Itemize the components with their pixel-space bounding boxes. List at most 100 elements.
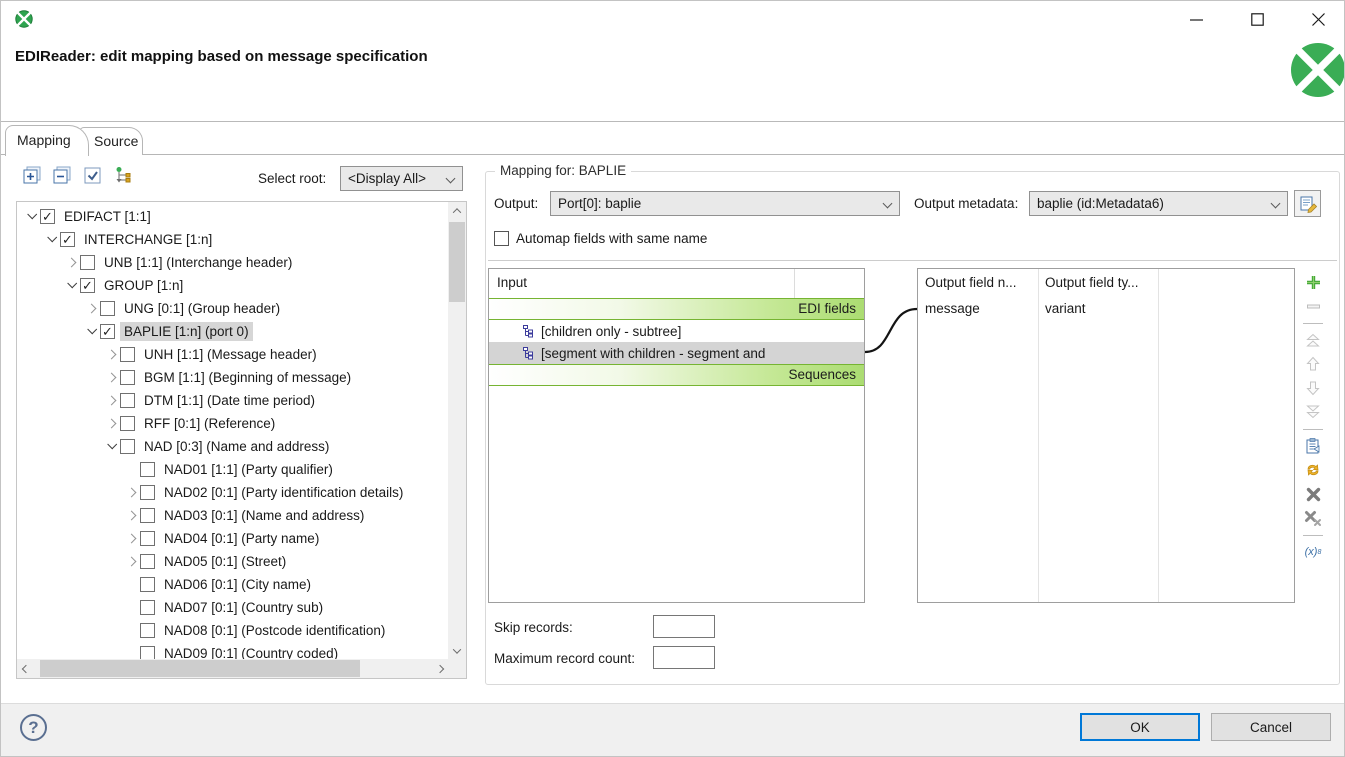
- expander-open-icon[interactable]: [83, 328, 100, 335]
- expander-closed-icon[interactable]: [123, 558, 140, 565]
- move-up-icon[interactable]: [1303, 354, 1323, 374]
- expander-closed-icon[interactable]: [83, 305, 100, 312]
- tree-row[interactable]: ✓GROUP [1:n]: [17, 274, 448, 297]
- input-field-row[interactable]: [segment with children - segment and: [489, 342, 864, 364]
- move-bottom-icon[interactable]: [1303, 402, 1323, 422]
- tree-checkbox[interactable]: [120, 416, 135, 431]
- max-record-count-input[interactable]: [653, 646, 715, 669]
- tree-checkbox[interactable]: [140, 600, 155, 615]
- tree-item-label: BAPLIE [1:n] (port 0): [120, 322, 253, 341]
- output-column-header[interactable]: Output field n...: [918, 269, 1038, 298]
- expander-closed-icon[interactable]: [103, 374, 120, 381]
- tree-row[interactable]: NAD07 [0:1] (Country sub): [17, 596, 448, 619]
- expander-open-icon[interactable]: [23, 213, 40, 220]
- tree-row[interactable]: ✓EDIFACT [1:1]: [17, 205, 448, 228]
- expander-closed-icon[interactable]: [123, 535, 140, 542]
- tree-row[interactable]: ✓ BAPLIE [1:n] (port 0): [17, 320, 448, 343]
- paste-fields-icon[interactable]: [1303, 436, 1323, 456]
- tree-row[interactable]: NAD06 [0:1] (City name): [17, 573, 448, 596]
- tree-row[interactable]: NAD04 [0:1] (Party name): [17, 527, 448, 550]
- scroll-up-icon[interactable]: [448, 202, 466, 219]
- expander-closed-icon[interactable]: [103, 420, 120, 427]
- minimize-button[interactable]: [1173, 1, 1219, 37]
- tree-checkbox[interactable]: [140, 462, 155, 477]
- expander-closed-icon[interactable]: [123, 489, 140, 496]
- tree-checkbox[interactable]: [140, 554, 155, 569]
- output-column-header[interactable]: Output field ty...: [1038, 269, 1158, 298]
- tree-checkbox[interactable]: ✓: [80, 278, 95, 293]
- help-icon[interactable]: ?: [20, 714, 47, 741]
- close-button[interactable]: [1295, 1, 1341, 37]
- scroll-down-icon[interactable]: [448, 642, 466, 659]
- scroll-left-icon[interactable]: [17, 659, 34, 678]
- tree-checkbox[interactable]: [120, 393, 135, 408]
- expander-closed-icon[interactable]: [103, 397, 120, 404]
- tree-row[interactable]: RFF [0:1] (Reference): [17, 412, 448, 435]
- input-column-header[interactable]: Input: [489, 269, 864, 298]
- tree-checkbox[interactable]: ✓: [60, 232, 75, 247]
- tree-checkbox[interactable]: [100, 301, 115, 316]
- tree-row[interactable]: NAD02 [0:1] (Party identification detail…: [17, 481, 448, 504]
- ok-button[interactable]: OK: [1080, 713, 1200, 741]
- tree-checkbox[interactable]: [120, 439, 135, 454]
- output-field-row[interactable]: messagevariant: [918, 298, 1294, 320]
- cancel-button[interactable]: Cancel: [1211, 713, 1331, 741]
- tree-row[interactable]: NAD [0:3] (Name and address): [17, 435, 448, 458]
- edit-expression-icon[interactable]: (x)8: [1303, 542, 1323, 562]
- output-table-header[interactable]: Output field n...Output field ty...: [918, 269, 1294, 298]
- tree-checkbox[interactable]: [140, 646, 155, 659]
- tree-row[interactable]: DTM [1:1] (Date time period): [17, 389, 448, 412]
- scroll-right-icon[interactable]: [431, 659, 448, 678]
- add-field-icon[interactable]: [1303, 272, 1323, 292]
- expander-closed-icon[interactable]: [103, 351, 120, 358]
- move-top-icon[interactable]: [1303, 330, 1323, 350]
- tree-vertical-scrollbar[interactable]: [448, 202, 466, 659]
- vertical-scroll-thumb[interactable]: [449, 222, 465, 302]
- tree-row[interactable]: UNG [0:1] (Group header): [17, 297, 448, 320]
- tree-checkbox[interactable]: ✓: [40, 209, 55, 224]
- expander-closed-icon[interactable]: [123, 512, 140, 519]
- expander-open-icon[interactable]: [63, 282, 80, 289]
- tree-checkbox[interactable]: [140, 531, 155, 546]
- tab-mapping[interactable]: Mapping: [5, 125, 89, 156]
- tree-checkbox[interactable]: [140, 577, 155, 592]
- clear-all-mappings-icon[interactable]: [1303, 508, 1323, 528]
- check-items-icon[interactable]: [82, 165, 102, 185]
- tree-row[interactable]: NAD08 [0:1] (Postcode identification): [17, 619, 448, 642]
- locate-item-icon[interactable]: [112, 165, 132, 185]
- horizontal-scroll-thumb[interactable]: [40, 660, 360, 677]
- tree-horizontal-scrollbar[interactable]: [17, 659, 448, 678]
- tree-checkbox[interactable]: ✓: [100, 324, 115, 339]
- expander-closed-icon[interactable]: [63, 259, 80, 266]
- expand-all-icon[interactable]: [22, 165, 42, 185]
- collapse-all-icon[interactable]: [52, 165, 72, 185]
- skip-records-input[interactable]: [653, 615, 715, 638]
- edit-metadata-button[interactable]: [1294, 190, 1321, 217]
- automap-checkbox[interactable]: [494, 231, 509, 246]
- output-dropdown[interactable]: Port[0]: baplie: [550, 191, 900, 216]
- expander-open-icon[interactable]: [43, 236, 60, 243]
- tree-row[interactable]: UNH [1:1] (Message header): [17, 343, 448, 366]
- tree-checkbox[interactable]: [140, 623, 155, 638]
- clear-mapping-icon[interactable]: [1303, 484, 1323, 504]
- expander-open-icon[interactable]: [103, 443, 120, 450]
- maximize-button[interactable]: [1234, 1, 1280, 37]
- input-field-row[interactable]: [children only - subtree]: [489, 320, 864, 342]
- tree-row[interactable]: UNB [1:1] (Interchange header): [17, 251, 448, 274]
- tree-row[interactable]: NAD01 [1:1] (Party qualifier): [17, 458, 448, 481]
- tree-checkbox[interactable]: [120, 347, 135, 362]
- tree-row[interactable]: NAD09 [0:1] (Country coded): [17, 642, 448, 659]
- tree-row[interactable]: ✓INTERCHANGE [1:n]: [17, 228, 448, 251]
- tree-row[interactable]: BGM [1:1] (Beginning of message): [17, 366, 448, 389]
- output-metadata-dropdown[interactable]: baplie (id:Metadata6): [1029, 191, 1288, 216]
- move-down-icon[interactable]: [1303, 378, 1323, 398]
- tree-checkbox[interactable]: [80, 255, 95, 270]
- tree-row[interactable]: NAD05 [0:1] (Street): [17, 550, 448, 573]
- tree-checkbox[interactable]: [140, 508, 155, 523]
- tree-row[interactable]: NAD03 [0:1] (Name and address): [17, 504, 448, 527]
- select-root-dropdown[interactable]: <Display All>: [340, 166, 463, 191]
- tree-checkbox[interactable]: [140, 485, 155, 500]
- remove-field-icon[interactable]: [1303, 296, 1323, 316]
- tree-checkbox[interactable]: [120, 370, 135, 385]
- automap-icon[interactable]: [1303, 460, 1323, 480]
